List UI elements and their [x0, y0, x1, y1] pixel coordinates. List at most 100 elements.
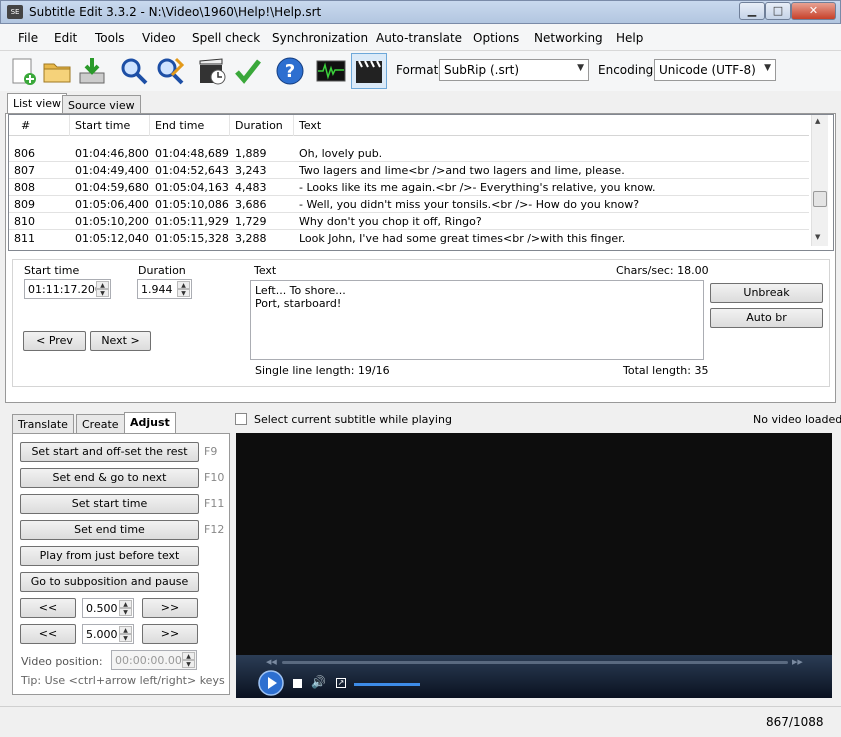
- format-label: Format: [396, 63, 439, 77]
- spin-up-icon[interactable]: ▲: [177, 281, 190, 289]
- open-folder-icon[interactable]: [41, 55, 73, 87]
- forward-large-step-button[interactable]: >>: [142, 624, 198, 644]
- shortcut-key: F10: [204, 471, 225, 484]
- table-row[interactable]: 810 01:05:10,200 01:05:11,929 1,729 Why don'…: [9, 213, 809, 230]
- play-before-text-button[interactable]: Play from just before text: [20, 546, 199, 566]
- title-bar: SE Subtitle Edit 3.3.2 - N:\Video\1960\H…: [0, 0, 841, 24]
- set-end-time-button[interactable]: Set end time: [20, 520, 199, 540]
- minimize-button[interactable]: ▁: [739, 2, 765, 20]
- tip-text: Tip: Use <ctrl+arrow left/right> keys: [21, 674, 225, 687]
- stop-icon[interactable]: [293, 679, 302, 688]
- table-row[interactable]: 806 01:04:46,800 01:04:48,689 1,889 Oh, love…: [9, 145, 809, 162]
- chars-per-sec: Chars/sec: 18.00: [616, 264, 709, 277]
- shortcut-key: F12: [204, 523, 225, 536]
- play-icon[interactable]: [258, 670, 284, 696]
- menu-video[interactable]: Video: [142, 31, 176, 45]
- tab-adjust[interactable]: Adjust: [124, 412, 176, 434]
- svg-text:?: ?: [285, 61, 295, 82]
- list-scrollbar[interactable]: ▲ ▼: [811, 115, 828, 246]
- menu-synchronization[interactable]: Synchronization: [272, 31, 368, 45]
- fullscreen-icon[interactable]: ↗: [336, 678, 346, 688]
- subtitle-editor: Start time 01:11:17.200 ▲ ▼ Duration 1.94…: [12, 259, 830, 387]
- spin-up-icon[interactable]: ▲: [96, 281, 109, 289]
- chevron-down-icon: ▼: [764, 63, 771, 73]
- col-start-time[interactable]: Start time: [75, 119, 130, 132]
- spin-up-icon[interactable]: ▲: [119, 626, 132, 634]
- subtitle-list[interactable]: # Start time End time Duration Text 806 0…: [8, 114, 834, 251]
- set-start-offset-button[interactable]: Set start and off-set the rest: [20, 442, 199, 462]
- spin-down-icon: ▼: [182, 660, 195, 668]
- back-small-step-button[interactable]: <<: [20, 598, 76, 618]
- spin-down-icon[interactable]: ▼: [177, 289, 190, 297]
- seek-bar[interactable]: [282, 661, 788, 664]
- format-select[interactable]: SubRip (.srt) ▼: [439, 59, 589, 81]
- maximize-button[interactable]: □: [765, 2, 791, 20]
- menu-help[interactable]: Help: [616, 31, 643, 45]
- video-position-label: Video position:: [21, 655, 103, 668]
- table-row[interactable]: 811 01:05:12,040 01:05:15,328 3,288 Look Joh…: [9, 230, 809, 247]
- start-time-input[interactable]: 01:11:17.200 ▲ ▼: [24, 279, 111, 299]
- forward-small-step-button[interactable]: >>: [142, 598, 198, 618]
- col-end-time[interactable]: End time: [155, 119, 204, 132]
- rewind-icon[interactable]: ◀◀: [266, 658, 277, 666]
- menu-edit[interactable]: Edit: [54, 31, 77, 45]
- spin-up-icon[interactable]: ▲: [119, 600, 132, 608]
- video-clapper-icon[interactable]: [353, 55, 385, 87]
- scroll-down-icon[interactable]: ▼: [815, 233, 820, 241]
- close-window-button[interactable]: ✕: [791, 2, 836, 20]
- col-number[interactable]: #: [21, 119, 30, 132]
- menu-spell-check[interactable]: Spell check: [192, 31, 260, 45]
- menu-options[interactable]: Options: [473, 31, 519, 45]
- volume-slider[interactable]: [354, 683, 420, 686]
- scroll-up-icon[interactable]: ▲: [815, 117, 820, 125]
- unbreak-button[interactable]: Unbreak: [710, 283, 823, 303]
- col-text[interactable]: Text: [299, 119, 321, 132]
- select-while-playing-label: Select current subtitle while playing: [254, 413, 452, 426]
- encoding-select[interactable]: Unicode (UTF-8) ▼: [654, 59, 776, 81]
- tab-translate[interactable]: Translate: [12, 414, 74, 434]
- fast-forward-icon[interactable]: ▶▶: [792, 658, 803, 666]
- back-large-step-button[interactable]: <<: [20, 624, 76, 644]
- table-row[interactable]: 808 01:04:59,680 01:05:04,163 4,483- Looks …: [9, 179, 809, 196]
- spin-down-icon[interactable]: ▼: [119, 608, 132, 616]
- tab-list-view[interactable]: List view: [7, 93, 68, 115]
- spin-down-icon[interactable]: ▼: [96, 289, 109, 297]
- table-row[interactable]: 809 01:05:06,400 01:05:10,086 3,686- Well, …: [9, 196, 809, 213]
- table-row[interactable]: 807 01:04:49,400 01:04:52,643 3,243 Two lage…: [9, 162, 809, 179]
- menu-tools[interactable]: Tools: [95, 31, 125, 45]
- next-button[interactable]: Next >: [90, 331, 151, 351]
- app-icon: SE: [7, 5, 23, 19]
- find-magnifier-icon[interactable]: [118, 55, 150, 87]
- spin-down-icon[interactable]: ▼: [119, 634, 132, 642]
- tab-source-view[interactable]: Source view: [62, 95, 141, 115]
- select-while-playing-checkbox[interactable]: [235, 413, 247, 425]
- spell-check-icon[interactable]: [232, 55, 264, 87]
- visual-sync-clapper-icon[interactable]: [196, 55, 228, 87]
- go-to-subposition-button[interactable]: Go to subposition and pause: [20, 572, 199, 592]
- waveform-icon[interactable]: [315, 55, 347, 87]
- auto-br-button[interactable]: Auto br: [710, 308, 823, 328]
- menu-auto-translate[interactable]: Auto-translate: [376, 31, 462, 45]
- col-duration[interactable]: Duration: [235, 119, 283, 132]
- save-download-icon[interactable]: [76, 55, 108, 87]
- adjust-panel: Set start and off-set the rest F9 Set en…: [12, 433, 230, 695]
- encoding-label: Encoding: [598, 63, 654, 77]
- large-step-input[interactable]: 5.000 ▲ ▼: [82, 624, 134, 644]
- shortcut-key: F9: [204, 445, 218, 458]
- volume-icon[interactable]: 🔊: [311, 675, 326, 689]
- help-icon[interactable]: ?: [274, 55, 306, 87]
- menu-bar: File Edit Tools Video Spell check Synchr…: [0, 24, 841, 51]
- no-video-status: No video loaded: [753, 413, 841, 426]
- scroll-thumb[interactable]: [813, 191, 827, 207]
- menu-file[interactable]: File: [18, 31, 38, 45]
- set-start-time-button[interactable]: Set start time: [20, 494, 199, 514]
- new-file-icon[interactable]: [7, 55, 39, 87]
- small-step-input[interactable]: 0.500 ▲ ▼: [82, 598, 134, 618]
- subtitle-text-input[interactable]: Left... To shore... Port, starboard!: [250, 280, 704, 360]
- menu-networking[interactable]: Networking: [534, 31, 603, 45]
- tab-create[interactable]: Create: [76, 414, 125, 434]
- set-end-go-next-button[interactable]: Set end & go to next: [20, 468, 199, 488]
- replace-magnifier-icon[interactable]: [154, 55, 186, 87]
- duration-input[interactable]: 1.944 ▲ ▼: [137, 279, 192, 299]
- prev-button[interactable]: < Prev: [23, 331, 86, 351]
